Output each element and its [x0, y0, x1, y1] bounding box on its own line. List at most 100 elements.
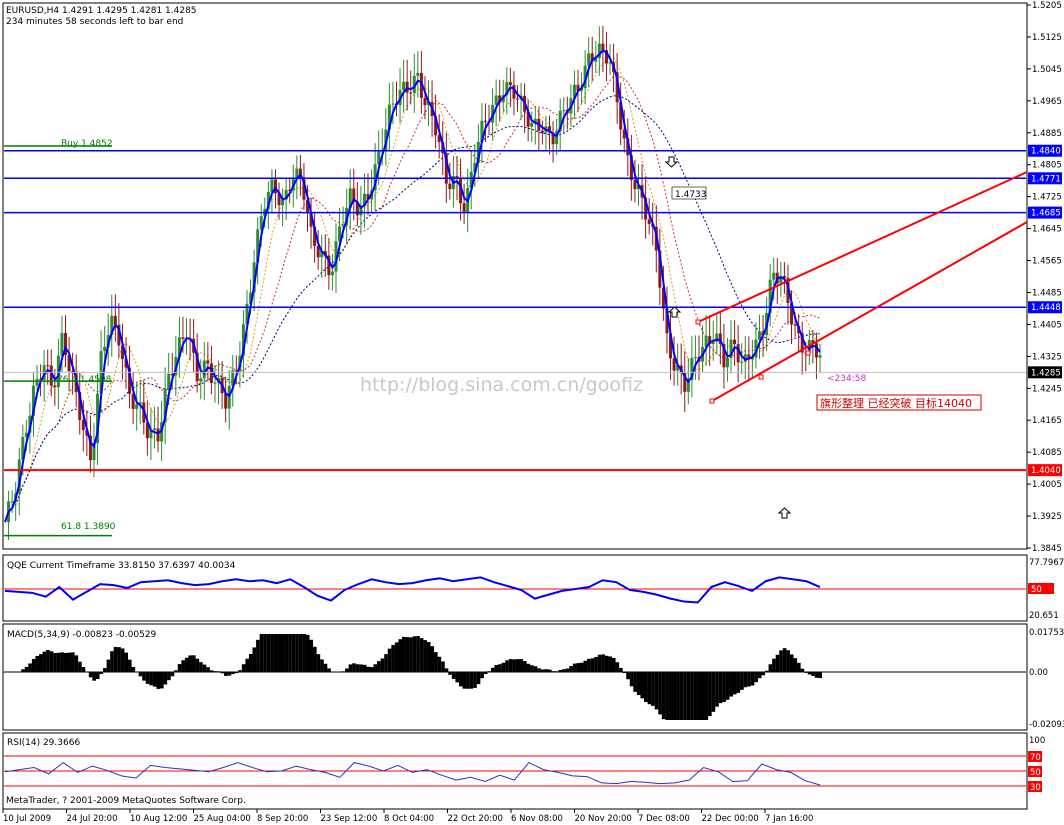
channel-anchor[interactable]	[758, 374, 764, 380]
macd-bar	[462, 672, 467, 689]
macd-title: MACD(5,34,9) -0.00823 -0.00529	[7, 630, 157, 640]
channel-anchor[interactable]	[805, 350, 811, 356]
annotation-text: 旗形整理 已经突破 目标14040	[820, 396, 972, 410]
macd-bar	[683, 672, 687, 720]
macd-bar	[579, 662, 584, 672]
macd-bar	[46, 649, 50, 672]
fib-label-76: 76.4 1.4598	[57, 375, 112, 385]
y-tick-label: 1.4085	[1032, 448, 1062, 458]
macd-bar	[409, 637, 413, 672]
macd-bar	[611, 657, 616, 672]
macd-bar	[490, 667, 495, 672]
macd-bar	[740, 672, 744, 690]
candle-body	[181, 337, 185, 339]
macd-bar	[754, 672, 758, 683]
candle-body	[530, 123, 534, 127]
candle-body	[494, 95, 498, 105]
macd-bar	[38, 654, 43, 672]
candle-body	[793, 324, 797, 326]
y-tick-label: 1.4485	[1032, 288, 1062, 298]
y-tick-label: 1.5125	[1032, 33, 1062, 43]
macd-bar	[583, 660, 588, 672]
macd-bar	[441, 661, 445, 672]
candle-body	[330, 271, 334, 276]
time-axis: 10 Jul 2009 24 Jul 20:00 10 Aug 12:00 25 Au…	[2, 809, 813, 824]
macd-bar	[88, 672, 93, 678]
level-tag-label: 1.4840	[1031, 147, 1061, 157]
macd-bar	[199, 662, 203, 672]
macd-bar	[747, 672, 751, 687]
macd-bar	[729, 672, 734, 697]
macd-bar	[298, 634, 303, 672]
candle-body	[35, 379, 39, 386]
macd-bar	[60, 652, 64, 672]
x-tick-label: 6 Nov 08:00	[511, 814, 563, 824]
macd-bar	[120, 648, 125, 672]
y-tick-label: 1.5045	[1032, 65, 1062, 75]
macd-bar	[651, 672, 655, 706]
qqe-tick: 50	[1031, 585, 1042, 595]
macd-bar	[170, 672, 175, 677]
macd-bar	[352, 663, 356, 672]
y-tick-label: 1.3845	[1032, 544, 1062, 554]
macd-bar	[672, 672, 677, 720]
channel-anchor[interactable]	[709, 398, 715, 404]
macd-bar	[224, 672, 228, 676]
macd-bar	[42, 651, 47, 672]
channel-anchor[interactable]	[695, 319, 701, 325]
macd-bar	[67, 652, 72, 672]
macd-bar	[786, 650, 790, 672]
candle-body	[462, 203, 466, 212]
chart-canvas[interactable]: 1.5205 1.5125 1.5045 1.4965 1.4885 1.4805 1.47…	[0, 0, 1064, 825]
macd-bar	[469, 672, 474, 689]
macd-bar	[665, 672, 669, 720]
fib-label-61: 61.8 1.3890	[61, 522, 116, 532]
macd-bar	[601, 654, 605, 672]
macd-bar	[369, 667, 374, 672]
macd-bar	[106, 659, 111, 672]
candle-body	[736, 344, 740, 363]
macd-bar	[291, 634, 296, 672]
y-tick-label: 1.4165	[1032, 416, 1062, 426]
x-tick-label: 7 Dec 08:00	[638, 814, 690, 824]
macd-bar	[590, 658, 595, 672]
macd-bar	[127, 659, 132, 672]
macd-bar	[800, 668, 805, 672]
macd-bar	[256, 639, 260, 672]
x-tick-label: 25 Aug 04:00	[194, 814, 251, 824]
candle-body	[647, 219, 651, 225]
macd-bar	[444, 668, 449, 672]
macd-bar	[359, 664, 363, 672]
macd-bar	[309, 639, 314, 672]
candle-body	[53, 385, 57, 388]
macd-bar	[81, 667, 86, 672]
macd-bar	[416, 636, 420, 672]
x-tick-label: 10 Aug 12:00	[130, 814, 187, 824]
y-tick-label: 1.5205	[1032, 1, 1062, 11]
macd-bar	[654, 672, 659, 710]
macd-bar	[245, 658, 250, 672]
macd-bar	[480, 672, 484, 679]
y-tick-label: 1.4965	[1032, 97, 1062, 107]
macd-bar	[280, 634, 285, 672]
macd-bar	[92, 672, 96, 681]
macd-bar	[523, 661, 527, 672]
macd-bar	[743, 672, 748, 688]
candle-body	[540, 130, 544, 133]
macd-bar	[594, 656, 598, 672]
macd-bar	[793, 658, 798, 672]
macd-bar	[736, 672, 741, 693]
macd-bar	[750, 672, 755, 686]
macd-bar	[284, 634, 289, 672]
macd-bar	[95, 672, 100, 680]
macd-bar	[768, 664, 773, 672]
macd-bar	[633, 672, 637, 692]
macd-bar	[476, 672, 481, 685]
candle-body	[152, 428, 156, 431]
y-tick-label: 1.4885	[1032, 129, 1062, 139]
main-price-panel[interactable]	[2, 2, 1028, 550]
y-tick-label: 1.4245	[1032, 384, 1062, 394]
candle-body	[46, 365, 50, 367]
macd-bar	[184, 657, 189, 672]
macd-bar	[362, 664, 367, 672]
